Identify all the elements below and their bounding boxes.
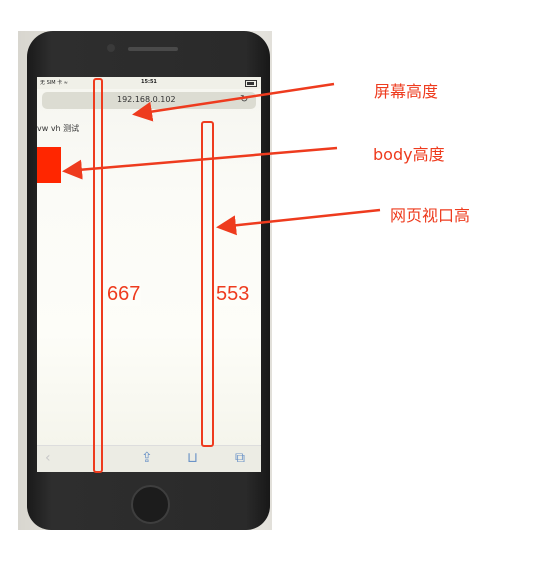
screen-height-arrow: [132, 82, 335, 122]
annotation-arrows: [62, 82, 381, 236]
viewport-height-arrow: [216, 208, 381, 236]
body-height-label: body高度: [373, 145, 445, 164]
body-height-arrow: [62, 146, 338, 180]
viewport-height-label: 网页视口高: [390, 206, 471, 225]
screen-height-label: 屏幕高度: [374, 82, 439, 101]
